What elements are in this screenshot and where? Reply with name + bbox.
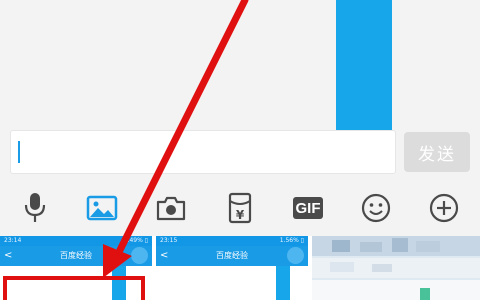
input-row: 发送: [0, 130, 480, 176]
image-icon[interactable]: [84, 188, 120, 228]
mosaic-block: [360, 242, 382, 252]
camera-icon[interactable]: [153, 188, 189, 228]
thumbnail-status-bar: 23:14 1.49% ▯: [0, 236, 152, 246]
microphone-icon[interactable]: [17, 188, 53, 228]
mosaic-block: [372, 264, 392, 272]
annotation-red-box: [3, 276, 145, 300]
mosaic-block: [330, 262, 354, 272]
mosaic-block: [332, 240, 350, 252]
emoji-icon[interactable]: [358, 188, 394, 228]
chat-area: [0, 0, 480, 130]
send-button[interactable]: 发送: [404, 132, 470, 172]
photo-thumbnail[interactable]: [312, 236, 480, 300]
message-input[interactable]: [10, 130, 396, 174]
gif-label: GIF: [293, 197, 323, 219]
red-packet-icon[interactable]: ¥: [222, 188, 258, 228]
thumbnail-header: < 百度经验: [156, 246, 308, 266]
thumbnail-title: 百度经验: [216, 251, 248, 260]
image-message-fragment[interactable]: [336, 0, 392, 130]
mosaic-block: [420, 288, 430, 300]
mosaic-block: [392, 238, 408, 252]
gif-icon[interactable]: GIF: [290, 188, 326, 228]
photo-thumbnail[interactable]: 23:15 1.56% ▯ < 百度经验: [156, 236, 308, 300]
thumbnail-avatar: [287, 247, 304, 264]
thumbnail-header: < 百度经验: [0, 246, 152, 266]
mosaic-block: [416, 241, 440, 252]
text-caret: [18, 141, 20, 163]
photo-thumbnail[interactable]: 23:14 1.49% ▯ < 百度经验: [0, 236, 152, 300]
thumbnail-status-bar: 23:15 1.56% ▯: [156, 236, 308, 246]
input-toolbar: ¥ GIF: [0, 188, 480, 232]
plus-icon[interactable]: [426, 188, 462, 228]
thumbnail-title: 百度经验: [60, 251, 92, 260]
thumbnail-avatar: [131, 247, 148, 264]
image-picker-strip: 23:14 1.49% ▯ < 百度经验 23:15 1.56% ▯ < 百度经…: [0, 236, 480, 300]
thumbnail-blue-strip: [276, 266, 290, 300]
mosaic-block: [312, 280, 480, 300]
svg-text:¥: ¥: [236, 208, 245, 222]
